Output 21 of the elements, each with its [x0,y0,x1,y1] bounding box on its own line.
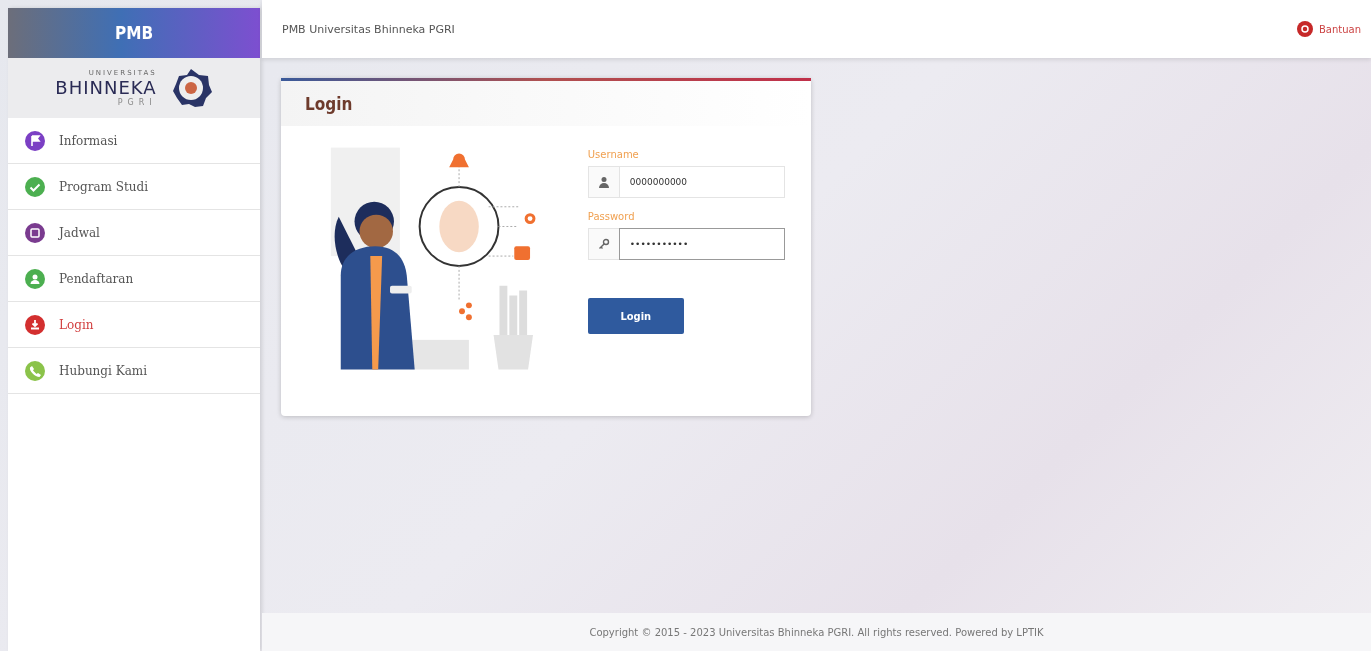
input-field[interactable]: 0000000000 [618,166,785,198]
user-icon [597,176,610,188]
brand-title: PMB [8,8,260,58]
sidebar-item[interactable]: Login [8,302,260,348]
help-icon [1296,21,1313,37]
sidebar-item[interactable]: Program Studi [8,164,260,210]
page-title: PMB Universitas Bhinneka PGRI [282,22,455,36]
sidebar-item[interactable]: Pendaftaran [8,256,260,302]
card-title: Login [305,93,353,114]
logo-subtitle: PGRI [117,98,157,107]
footer-text: Copyright © 2015 - 2023 Universitas Bhinneka PGRI. All rights reserved. Powered by LPTIK [262,613,1371,651]
logo-name: BHINNEKA [55,77,157,98]
key-icon [597,238,610,250]
sidebar-item[interactable]: Jadwal [8,210,260,256]
field-label: Password [587,211,636,222]
help-link[interactable]: Bantuan [1296,21,1361,37]
login-button[interactable]: Login [587,298,684,334]
sidebar-item[interactable]: Hubungi Kami [8,348,260,394]
field-label: Username [587,149,640,160]
input-field[interactable]: ••••••••••• [618,228,785,260]
sidebar-item[interactable]: Informasi [8,118,260,164]
